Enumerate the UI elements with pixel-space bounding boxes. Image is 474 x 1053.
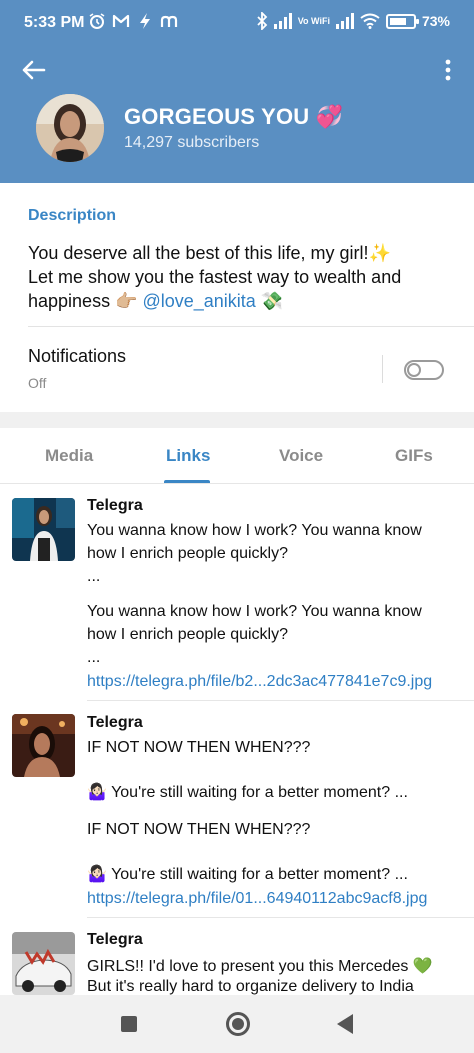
mention-link[interactable]: @love_anikita	[142, 291, 255, 311]
vowifi-label: Vo WiFi	[297, 15, 330, 26]
active-tab-indicator	[164, 480, 210, 483]
tab-links[interactable]: Links	[166, 446, 210, 466]
channel-avatar[interactable]	[36, 94, 104, 162]
signal-icon-2	[335, 13, 354, 29]
back-arrow-icon[interactable]	[20, 58, 48, 82]
gmail-icon	[112, 14, 130, 27]
tab-gifs[interactable]: GIFs	[395, 446, 433, 466]
tab-media[interactable]: Media	[45, 446, 93, 466]
status-bar: 5:33 PM Vo WiFi 73%	[0, 0, 474, 48]
notifications-state: Off	[28, 375, 47, 391]
system-nav-bar	[0, 995, 474, 1053]
wifi-icon	[360, 13, 380, 29]
alarm-icon	[89, 13, 105, 29]
channel-header: 5:33 PM Vo WiFi 73% GORGEOUS YOU �	[0, 0, 474, 183]
divider	[87, 917, 474, 918]
battery-icon	[385, 13, 419, 29]
signal-icon	[273, 13, 292, 29]
link-url[interactable]: https://telegra.ph/file/b2...2dc3ac47784…	[87, 673, 432, 691]
list-item[interactable]: Telegra IF NOT NOW THEN WHEN??? 🤷🏻‍♀️ Yo…	[0, 702, 474, 918]
tab-voice[interactable]: Voice	[279, 446, 323, 466]
divider	[28, 326, 474, 327]
bluetooth-icon	[257, 12, 267, 30]
link-thumbnail	[12, 498, 75, 561]
media-tabs: Media Links Voice GIFs	[0, 428, 474, 484]
channel-title: GORGEOUS YOU 💞	[124, 104, 344, 129]
divider	[87, 700, 474, 701]
list-item[interactable]: Telegra You wanna know how I work? You w…	[0, 485, 474, 701]
recents-icon[interactable]	[121, 1016, 137, 1032]
list-item[interactable]: Telegra GIRLS!! I'd love to present you …	[0, 919, 474, 995]
home-icon[interactable]	[226, 1012, 250, 1036]
divider	[382, 355, 383, 383]
lightning-icon	[140, 13, 150, 29]
section-gap	[0, 412, 474, 428]
more-options-icon[interactable]	[444, 58, 452, 82]
m-icon	[160, 15, 178, 27]
status-time: 5:33 PM	[24, 14, 85, 31]
link-title: Telegra	[87, 931, 143, 948]
link-title: Telegra	[87, 714, 143, 731]
link-thumbnail	[12, 714, 75, 777]
subscriber-count: 14,297 subscribers	[124, 134, 260, 151]
description-text: You deserve all the best of this life, m…	[28, 243, 402, 311]
battery-percent: 73%	[421, 13, 450, 29]
links-list: Telegra You wanna know how I work? You w…	[0, 485, 474, 995]
link-title: Telegra	[87, 497, 143, 514]
link-thumbnail	[12, 932, 75, 995]
notifications-label: Notifications	[28, 346, 127, 366]
link-url[interactable]: https://telegra.ph/file/01...64940112abc…	[87, 890, 427, 908]
channel-info: Description You deserve all the best of …	[0, 183, 474, 412]
description-label: Description	[28, 207, 117, 224]
back-triangle-icon[interactable]	[336, 1013, 354, 1035]
notifications-toggle[interactable]	[404, 360, 444, 380]
